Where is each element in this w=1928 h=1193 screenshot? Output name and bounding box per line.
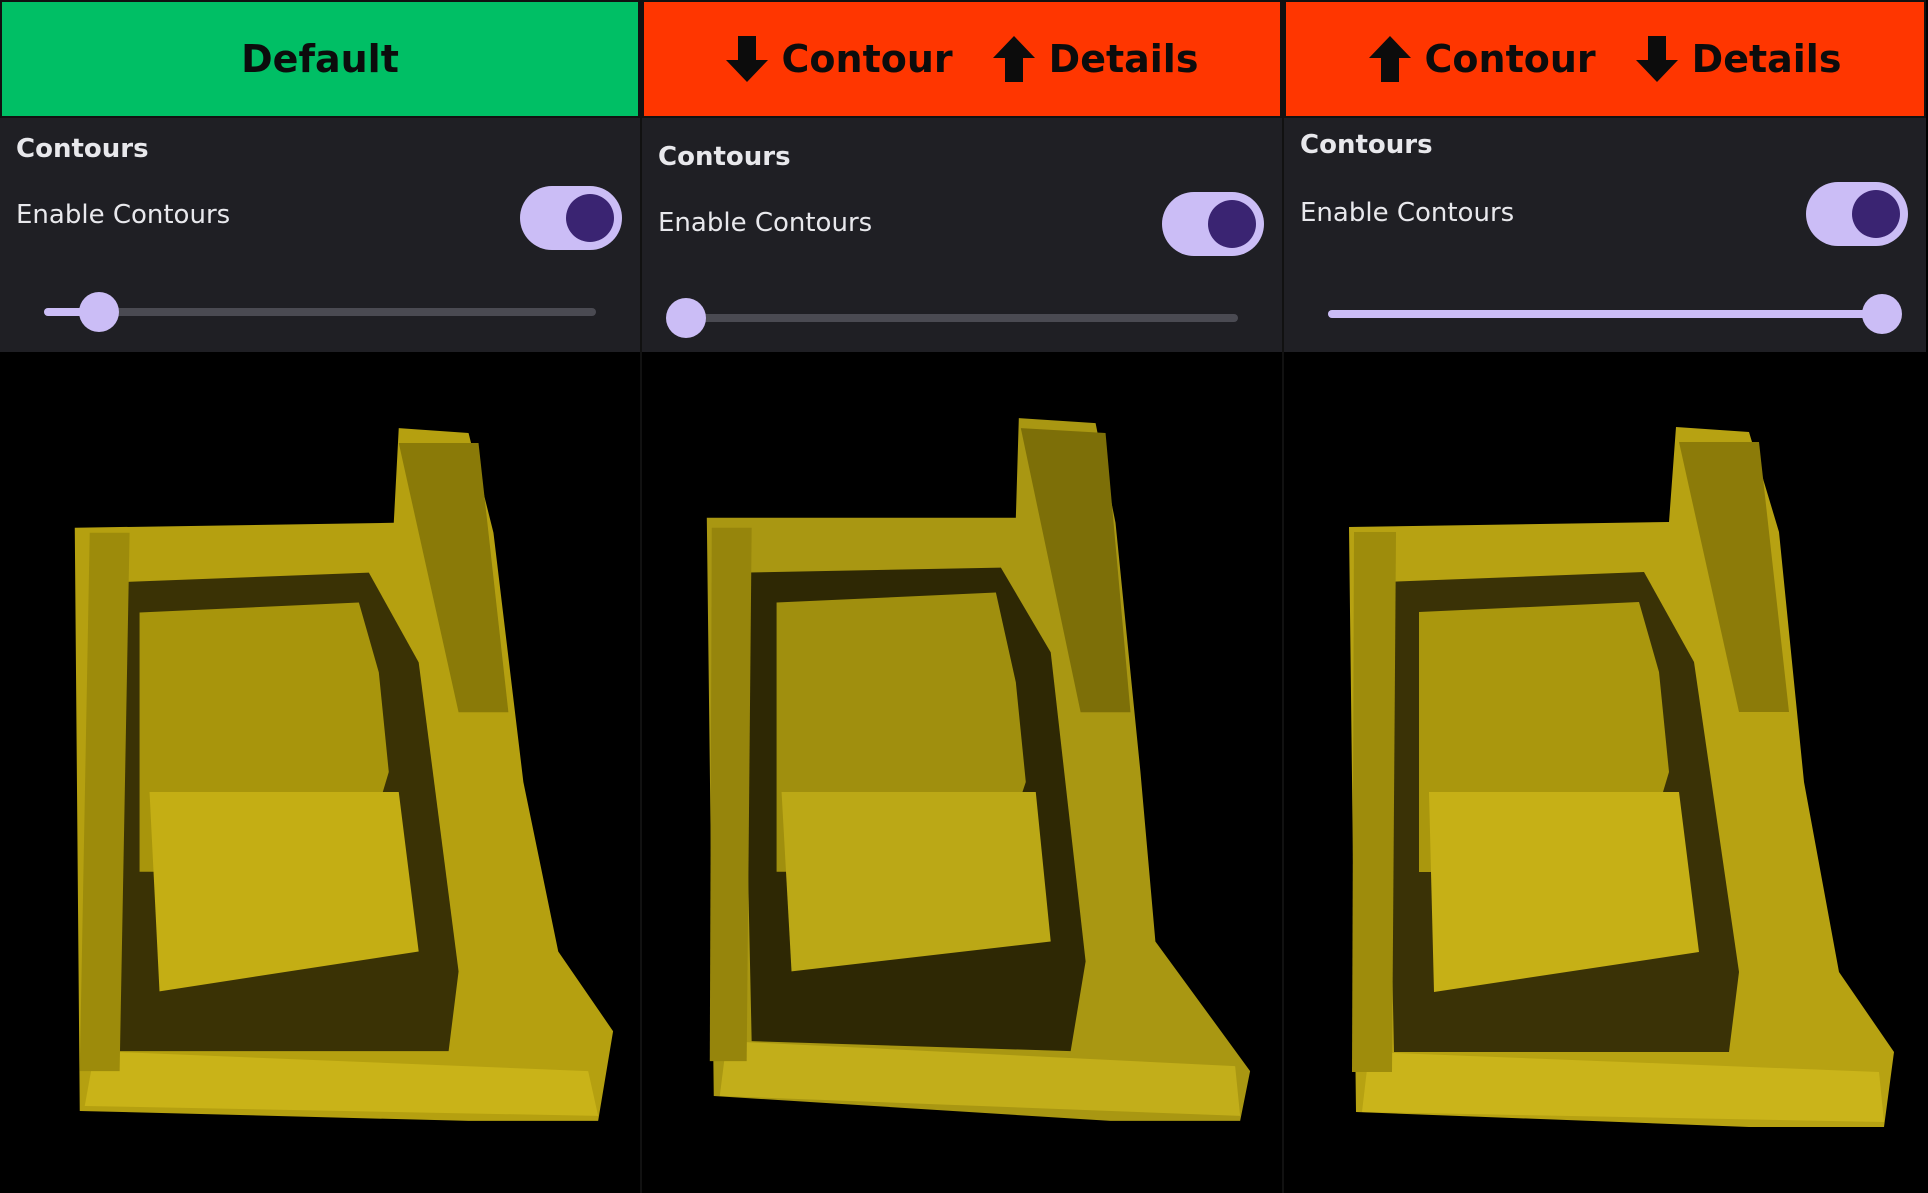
enable-contours-label: Enable Contours bbox=[16, 200, 231, 230]
arrow-up-icon bbox=[1368, 36, 1411, 82]
slider-thumb[interactable] bbox=[1862, 294, 1902, 334]
contour-slider[interactable] bbox=[1328, 292, 1902, 336]
banner-contour-down-details-up: Contour Details bbox=[642, 0, 1282, 118]
toggle-knob bbox=[566, 194, 614, 242]
voxel-room-render bbox=[706, 418, 1251, 1121]
toggle-knob bbox=[1208, 200, 1256, 248]
panel-contour-up-details-down: Contour Details Contours Enable Contours bbox=[1284, 0, 1926, 1193]
voxel-render-view bbox=[0, 352, 640, 1193]
banner-label: Default bbox=[241, 37, 399, 81]
enable-contours-label: Enable Contours bbox=[1300, 198, 1515, 228]
enable-contours-toggle[interactable] bbox=[1806, 182, 1908, 246]
contour-label: Contour bbox=[781, 37, 953, 81]
enable-contours-label: Enable Contours bbox=[658, 208, 873, 238]
voxel-render-view bbox=[642, 352, 1282, 1193]
banner-contour-up-details-down: Contour Details bbox=[1284, 0, 1926, 118]
arrow-down-icon bbox=[1635, 36, 1678, 82]
voxel-room-render bbox=[74, 428, 614, 1121]
banner-default: Default bbox=[0, 0, 640, 118]
details-label: Details bbox=[1048, 37, 1199, 81]
contour-settings: Contours Enable Contours bbox=[642, 118, 1282, 352]
contour-settings: Contours Enable Contours bbox=[1284, 118, 1926, 352]
slider-fill bbox=[1328, 310, 1882, 318]
enable-contours-toggle[interactable] bbox=[1162, 192, 1264, 256]
details-label: Details bbox=[1691, 37, 1842, 81]
arrow-down-icon bbox=[725, 36, 768, 82]
voxel-room-render bbox=[1349, 427, 1894, 1127]
slider-track bbox=[686, 314, 1238, 322]
voxel-render-view bbox=[1284, 352, 1926, 1193]
section-title: Contours bbox=[658, 142, 791, 172]
toggle-knob bbox=[1852, 190, 1900, 238]
slider-thumb[interactable] bbox=[666, 298, 706, 338]
contour-settings: Contours Enable Contours bbox=[0, 118, 640, 352]
panel-default: Default Contours Enable Contours bbox=[0, 0, 642, 1193]
contour-slider[interactable] bbox=[666, 296, 1238, 340]
contour-label: Contour bbox=[1424, 37, 1596, 81]
enable-contours-toggle[interactable] bbox=[520, 186, 622, 250]
section-title: Contours bbox=[16, 134, 149, 164]
slider-track bbox=[44, 308, 596, 316]
section-title: Contours bbox=[1300, 130, 1433, 160]
contour-slider[interactable] bbox=[44, 290, 596, 334]
panel-contour-down-details-up: Contour Details Contours Enable Contours bbox=[642, 0, 1284, 1193]
slider-thumb[interactable] bbox=[79, 292, 120, 332]
arrow-up-icon bbox=[992, 36, 1035, 82]
